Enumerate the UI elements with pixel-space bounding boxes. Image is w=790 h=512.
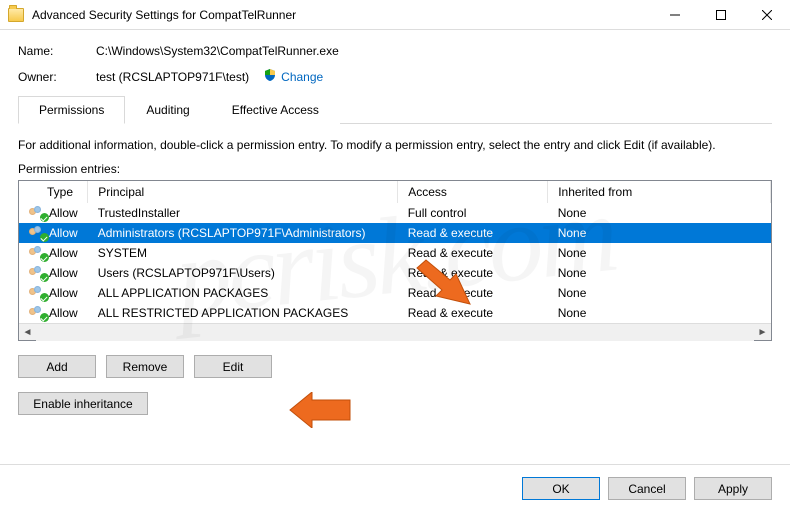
dialog-footer: OK Cancel Apply [0, 464, 790, 512]
col-access[interactable]: Access [398, 181, 548, 203]
titlebar: Advanced Security Settings for CompatTel… [0, 0, 790, 30]
tab-auditing[interactable]: Auditing [125, 96, 210, 124]
table-row[interactable]: AllowAdministrators (RCSLAPTOP971F\Admin… [19, 223, 771, 243]
users-allow-icon [29, 286, 47, 300]
maximize-button[interactable] [698, 0, 744, 30]
users-allow-icon [29, 266, 47, 280]
users-allow-icon [29, 206, 47, 220]
cancel-button[interactable]: Cancel [608, 477, 686, 500]
folder-icon [8, 8, 24, 22]
info-text: For additional information, double-click… [18, 138, 772, 152]
tab-effective-access[interactable]: Effective Access [211, 96, 340, 124]
table-row[interactable]: AllowTrustedInstallerFull controlNone [19, 203, 771, 223]
col-type[interactable]: Type [19, 181, 88, 203]
change-owner-link[interactable]: Change [281, 70, 323, 84]
ok-button[interactable]: OK [522, 477, 600, 500]
enable-inheritance-button[interactable]: Enable inheritance [18, 392, 148, 415]
col-principal[interactable]: Principal [88, 181, 398, 203]
permission-entries-label: Permission entries: [18, 162, 772, 176]
table-row[interactable]: AllowALL APPLICATION PACKAGESRead & exec… [19, 283, 771, 303]
users-allow-icon [29, 306, 47, 320]
name-row: Name: C:\Windows\System32\CompatTelRunne… [18, 44, 772, 58]
minimize-button[interactable] [652, 0, 698, 30]
add-button[interactable]: Add [18, 355, 96, 378]
scroll-left-icon[interactable]: ◄ [19, 324, 36, 341]
users-allow-icon [29, 226, 47, 240]
table-row[interactable]: AllowSYSTEMRead & executeNone [19, 243, 771, 263]
users-allow-icon [29, 246, 47, 260]
horizontal-scrollbar[interactable]: ◄ ► [19, 323, 771, 340]
tab-permissions[interactable]: Permissions [18, 96, 125, 124]
permission-table[interactable]: Type Principal Access Inherited from All… [18, 180, 772, 341]
name-value: C:\Windows\System32\CompatTelRunner.exe [96, 44, 339, 58]
scroll-right-icon[interactable]: ► [754, 324, 771, 341]
tabs: Permissions Auditing Effective Access [18, 95, 772, 124]
table-row[interactable]: AllowALL RESTRICTED APPLICATION PACKAGES… [19, 303, 771, 323]
remove-button[interactable]: Remove [106, 355, 184, 378]
edit-button[interactable]: Edit [194, 355, 272, 378]
shield-icon [263, 68, 277, 85]
window-title: Advanced Security Settings for CompatTel… [32, 8, 652, 22]
owner-label: Owner: [18, 70, 96, 84]
close-button[interactable] [744, 0, 790, 30]
table-row[interactable]: AllowUsers (RCSLAPTOP971F\Users)Read & e… [19, 263, 771, 283]
name-label: Name: [18, 44, 96, 58]
apply-button[interactable]: Apply [694, 477, 772, 500]
owner-value: test (RCSLAPTOP971F\test) [96, 70, 249, 84]
owner-row: Owner: test (RCSLAPTOP971F\test) Change [18, 68, 772, 85]
col-inherited[interactable]: Inherited from [548, 181, 771, 203]
